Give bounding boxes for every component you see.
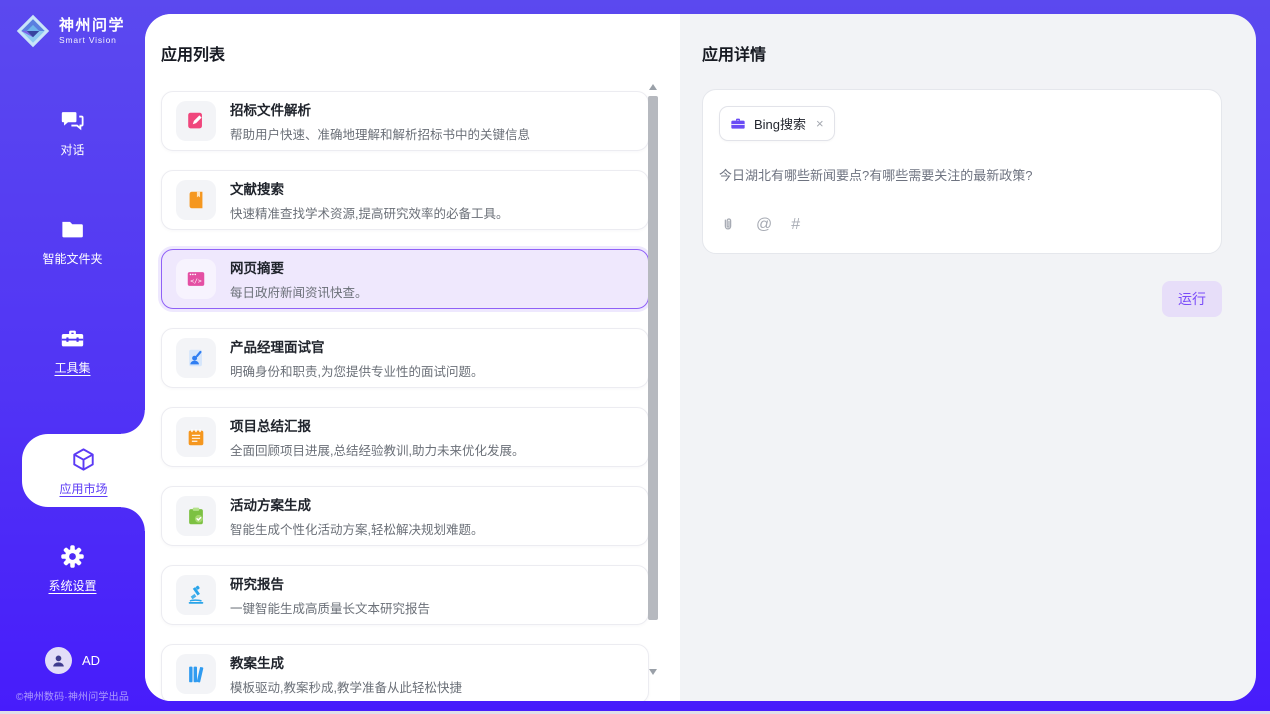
tab-curve-top [121, 410, 145, 434]
app-list-item[interactable]: 项目总结汇报全面回顾项目进展,总结经验教训,助力未来优化发展。 [161, 407, 649, 467]
run-button[interactable]: 运行 [1162, 281, 1222, 317]
app-list: 招标文件解析帮助用户快速、准确地理解和解析招标书中的关键信息文献搜索快速精准查找… [161, 91, 649, 701]
sidebar-item-label: 智能文件夹 [42, 250, 102, 267]
sidebar-item-toolset[interactable]: 工具集 [0, 325, 145, 376]
sidebar: 神州问学 Smart Vision 对话智能文件夹工具集应用市场系统设置 AD … [0, 0, 145, 714]
sidebar-item-smart-folders[interactable]: 智能文件夹 [0, 216, 145, 267]
sidebar-nav: 对话智能文件夹工具集应用市场系统设置 [0, 107, 145, 594]
app-item-title: 招标文件解析 [230, 99, 530, 119]
gear-icon [59, 543, 86, 570]
app-item-description: 帮助用户快速、准确地理解和解析招标书中的关键信息 [230, 124, 530, 143]
sidebar-item-label: 应用市场 [59, 480, 107, 497]
svg-text:</>: </> [190, 277, 202, 285]
app-item-title: 研究报告 [230, 573, 430, 593]
tool-chip-bing-search[interactable]: Bing搜索 × [719, 106, 835, 141]
app-detail-panel: 应用详情 Bing搜索 × 今日湖北有哪些新闻要点?有哪些需要关注的最新政策? [680, 14, 1256, 701]
tool-chip-label: Bing搜索 [754, 114, 806, 133]
brand-name: 神州问学 [59, 17, 125, 34]
mention-icon[interactable]: @ [756, 217, 772, 233]
sidebar-footer: ©神州数码·神州问学出品 [0, 688, 145, 703]
sidebar-item-label: 对话 [60, 141, 84, 158]
app-item-title: 活动方案生成 [230, 494, 483, 514]
person-doc-icon [176, 338, 216, 378]
briefcase-icon [730, 116, 746, 132]
app-list-item[interactable]: 产品经理面试官明确身份和职责,为您提供专业性的面试问题。 [161, 328, 649, 388]
sidebar-item-app-market[interactable]: 应用市场 [22, 434, 145, 507]
app-list-item[interactable]: 活动方案生成智能生成个性化活动方案,轻松解决规划难题。 [161, 486, 649, 546]
sidebar-item-system-settings[interactable]: 系统设置 [0, 543, 145, 594]
hash-icon[interactable]: # [791, 217, 800, 233]
app-list-item[interactable]: 研究报告一键智能生成高质量长文本研究报告 [161, 565, 649, 625]
sidebar-item-label: 工具集 [54, 359, 90, 376]
app-list-scrollbar[interactable] [648, 84, 658, 675]
user-row[interactable]: AD [0, 647, 145, 674]
folder-icon [59, 216, 86, 243]
paperclip-icon[interactable] [719, 216, 737, 234]
chat-icon [59, 107, 86, 134]
app-list-item[interactable]: 文献搜索快速精准查找学术资源,提高研究效率的必备工具。 [161, 170, 649, 230]
avatar [45, 647, 72, 674]
app-item-description: 模板驱动,教案秒成,教学准备从此轻松快捷 [230, 677, 462, 696]
user-label: AD [82, 653, 100, 668]
brand-tagline: Smart Vision [59, 35, 125, 45]
toolbox-icon [59, 325, 86, 352]
app-detail-title: 应用详情 [702, 41, 1256, 65]
app-item-description: 明确身份和职责,为您提供专业性的面试问题。 [230, 361, 483, 380]
cube-icon [70, 446, 97, 473]
app-item-title: 项目总结汇报 [230, 415, 524, 435]
app-item-description: 每日政府新闻资讯快查。 [230, 282, 368, 301]
app-list-item[interactable]: 招标文件解析帮助用户快速、准确地理解和解析招标书中的关键信息 [161, 91, 649, 151]
app-item-title: 文献搜索 [230, 178, 508, 198]
books-icon [176, 654, 216, 694]
app-item-description: 智能生成个性化活动方案,轻松解决规划难题。 [230, 519, 483, 538]
scrollbar-thumb[interactable] [648, 96, 658, 620]
app-list-title: 应用列表 [161, 41, 680, 65]
attachment-toolbar: @ # [719, 216, 1205, 237]
user-avatar-icon [50, 652, 67, 669]
scrollbar-down-icon[interactable] [649, 669, 657, 675]
app-item-title: 产品经理面试官 [230, 336, 483, 356]
tab-curve-bottom [121, 507, 145, 531]
sidebar-item-chat[interactable]: 对话 [0, 107, 145, 158]
sidebar-item-label: 系统设置 [48, 577, 96, 594]
prompt-card: Bing搜索 × 今日湖北有哪些新闻要点?有哪些需要关注的最新政策? @ # [702, 89, 1222, 254]
app-list-panel: 应用列表 招标文件解析帮助用户快速、准确地理解和解析招标书中的关键信息文献搜索快… [145, 14, 680, 701]
app-item-description: 一键智能生成高质量长文本研究报告 [230, 598, 430, 617]
app-list-item[interactable]: 教案生成模板驱动,教案秒成,教学准备从此轻松快捷 [161, 644, 649, 701]
app-item-description: 快速精准查找学术资源,提高研究效率的必备工具。 [230, 203, 508, 222]
notepad-icon [176, 417, 216, 457]
app-item-title: 网页摘要 [230, 257, 368, 277]
main-content: 应用列表 招标文件解析帮助用户快速、准确地理解和解析招标书中的关键信息文献搜索快… [145, 14, 1256, 701]
book-icon [176, 180, 216, 220]
app-list-item[interactable]: </> 网页摘要每日政府新闻资讯快查。 [161, 249, 649, 309]
diamond-logo-icon [15, 13, 51, 49]
scrollbar-up-icon[interactable] [649, 84, 657, 90]
doc-edit-icon [176, 101, 216, 141]
browser-code-icon: </> [176, 259, 216, 299]
prompt-input[interactable]: 今日湖北有哪些新闻要点?有哪些需要关注的最新政策? [719, 166, 1205, 186]
app-item-description: 全面回顾项目进展,总结经验教训,助力未来优化发展。 [230, 440, 524, 459]
app-item-title: 教案生成 [230, 652, 462, 672]
close-icon[interactable]: × [816, 117, 824, 130]
actions-row: 运行 [702, 281, 1222, 317]
app-logo: 神州问学 Smart Vision [0, 0, 145, 49]
clipboard-check-icon [176, 496, 216, 536]
microscope-icon [176, 575, 216, 615]
